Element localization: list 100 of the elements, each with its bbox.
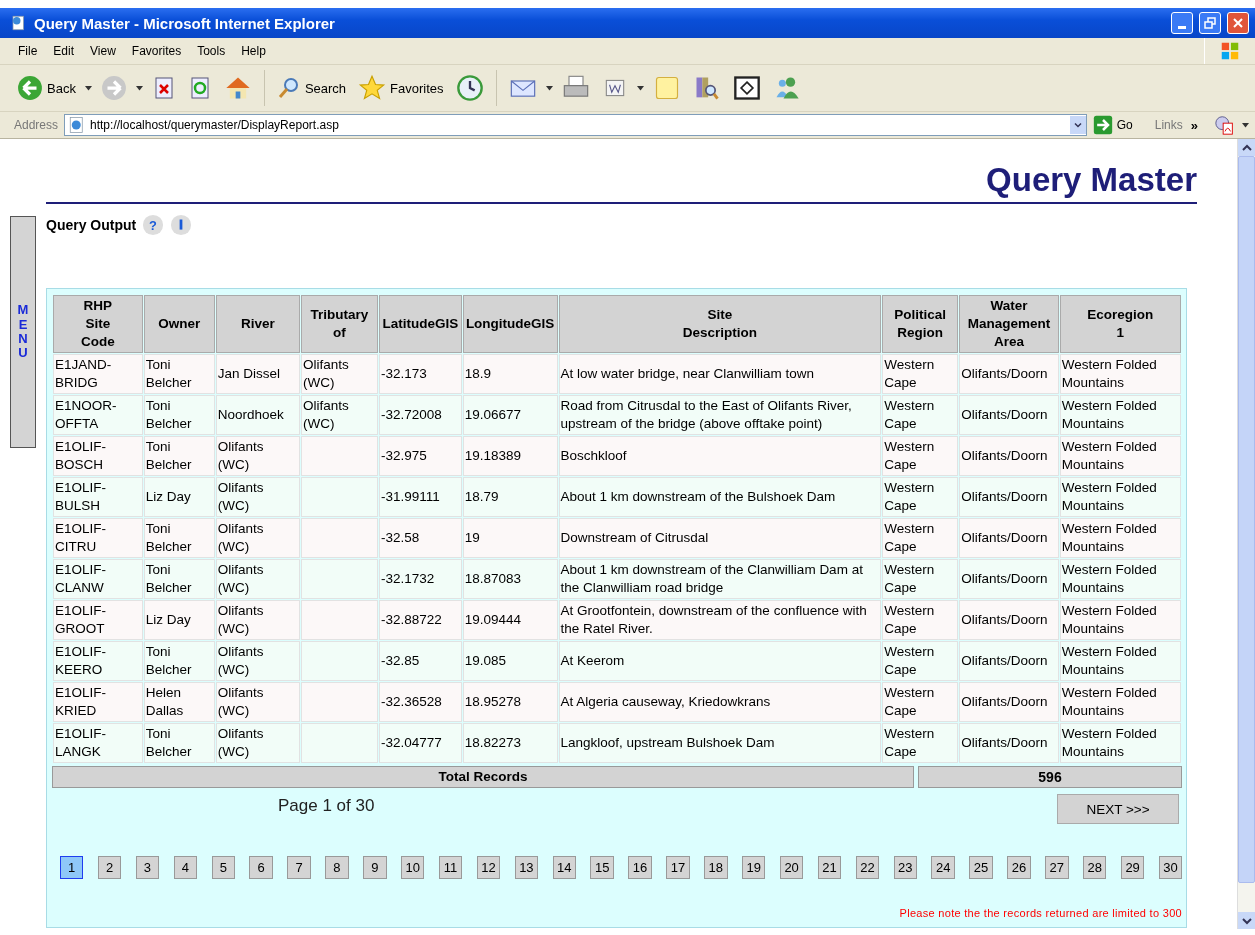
table-cell: Western Folded Mountains xyxy=(1059,723,1181,763)
page-button[interactable]: 3 xyxy=(135,856,160,879)
page-button[interactable]: 16 xyxy=(628,856,652,879)
minimize-button[interactable] xyxy=(1171,12,1193,34)
page-button[interactable]: 7 xyxy=(287,856,311,879)
table-cell: Western Folded Mountains xyxy=(1059,477,1181,517)
star-icon xyxy=(358,74,387,102)
favorites-button[interactable]: Favorites xyxy=(355,72,447,104)
page-button[interactable]: 21 xyxy=(817,856,842,879)
page-button[interactable]: 26 xyxy=(1007,856,1031,879)
page-button[interactable]: 6 xyxy=(249,856,273,879)
chevron-button[interactable]: » xyxy=(1190,117,1208,133)
scroll-up-button[interactable] xyxy=(1238,139,1255,156)
table-cell: 18.82273 xyxy=(462,723,558,763)
page-button[interactable]: 12 xyxy=(476,856,501,879)
page-button[interactable]: 4 xyxy=(173,856,198,879)
page-button[interactable]: 13 xyxy=(514,856,539,879)
page-button[interactable]: 10 xyxy=(401,856,425,879)
table-cell: At Grootfontein, downstream of the confluence with the Ratel River. xyxy=(558,600,882,640)
menu-item[interactable]: File xyxy=(10,42,46,60)
total-value: 596 xyxy=(918,766,1182,788)
chevron-up-icon xyxy=(1241,142,1252,153)
page-button[interactable]: 15 xyxy=(590,856,614,879)
page-button[interactable]: 17 xyxy=(666,856,690,879)
table-cell: Boschkloof xyxy=(558,436,882,476)
menu-item[interactable]: Help xyxy=(233,42,274,60)
column-header: Water Management Area xyxy=(959,295,1059,353)
close-button[interactable] xyxy=(1227,12,1249,34)
table-cell: Western Folded Mountains xyxy=(1059,641,1181,681)
table-cell: Toni Belcher xyxy=(143,518,215,558)
page-button[interactable]: 5 xyxy=(211,856,235,879)
table-cell: -32.975 xyxy=(379,436,462,476)
page-button[interactable]: 28 xyxy=(1083,856,1107,879)
table-cell: 18.9 xyxy=(462,354,558,394)
table-cell: Liz Day xyxy=(143,477,215,517)
scrollbar-thumb[interactable] xyxy=(1238,156,1255,883)
table-cell: -32.1732 xyxy=(379,559,462,599)
page-button[interactable]: 14 xyxy=(552,856,576,879)
menu-item[interactable]: View xyxy=(82,42,124,60)
caret-icon[interactable] xyxy=(135,85,143,91)
table-cell: Western Folded Mountains xyxy=(1059,559,1181,599)
page-button[interactable]: 27 xyxy=(1045,856,1069,879)
help-icon: ? xyxy=(142,214,165,236)
caret-icon[interactable] xyxy=(84,85,92,91)
restore-button[interactable] xyxy=(1199,12,1221,34)
page-button[interactable]: 19 xyxy=(742,856,766,879)
caret-icon[interactable] xyxy=(636,85,644,91)
page-button[interactable]: 22 xyxy=(855,856,880,879)
column-header: Owner xyxy=(143,295,215,353)
links-label[interactable]: Links xyxy=(1152,118,1185,132)
search-button[interactable]: Search xyxy=(273,74,350,102)
table-cell: Olifants (WC) xyxy=(215,559,300,599)
close-icon xyxy=(1232,17,1244,29)
window-title: Query Master - Microsoft Internet Explorer xyxy=(34,14,336,32)
caret-icon[interactable] xyxy=(545,85,553,91)
menu-item[interactable]: Favorites xyxy=(123,42,190,60)
menu-tab[interactable]: MENU xyxy=(10,216,36,448)
table-cell: Western Cape xyxy=(882,723,959,763)
page-button[interactable]: 25 xyxy=(969,856,993,879)
table-cell: Western Folded Mountains xyxy=(1059,518,1181,558)
page-button[interactable]: 23 xyxy=(893,856,917,879)
table-cell: Western Cape xyxy=(882,354,959,394)
table-cell: Olifants (WC) xyxy=(215,600,300,640)
page-button[interactable]: 8 xyxy=(325,856,349,879)
table-cell: Olifants/Doorn xyxy=(959,477,1059,517)
back-button[interactable]: Back xyxy=(14,73,79,103)
scroll-down-button[interactable] xyxy=(1238,912,1255,929)
page-button[interactable]: 30 xyxy=(1158,856,1183,879)
page-button[interactable]: 11 xyxy=(438,856,463,879)
column-header: LongitudeGIS xyxy=(462,295,558,353)
page-button[interactable]: 24 xyxy=(931,856,955,879)
column-header: Ecoregion 1 xyxy=(1059,295,1181,353)
menu-item[interactable]: Tools xyxy=(189,42,234,60)
page-button[interactable]: 29 xyxy=(1120,856,1145,879)
column-header: Political Region xyxy=(882,295,959,353)
table-cell: Western Cape xyxy=(882,559,959,599)
table-cell: 18.87083 xyxy=(462,559,558,599)
next-button[interactable]: NEXT >>> xyxy=(1057,794,1179,824)
table-cell: 18.95278 xyxy=(462,682,558,722)
table-cell: Olifants/Doorn xyxy=(959,600,1059,640)
table-cell: Western Folded Mountains xyxy=(1059,600,1181,640)
page-button[interactable]: 20 xyxy=(779,856,804,879)
section-title: Query Output xyxy=(46,217,137,233)
table-cell: Downstream of Citrusdal xyxy=(558,518,882,558)
table-cell: Olifants/Doorn xyxy=(959,436,1059,476)
page-button[interactable]: 9 xyxy=(363,856,387,879)
address-field[interactable]: http://localhost/querymaster/DisplayReport.asp xyxy=(64,114,1087,136)
table-cell: 19.085 xyxy=(462,641,558,681)
page-button[interactable]: 2 xyxy=(97,856,122,879)
table-cell: -32.04777 xyxy=(379,723,462,763)
go-button[interactable]: Go xyxy=(1092,115,1147,135)
page-button[interactable]: 1 xyxy=(60,856,84,879)
table-cell: E1JAND-BRIDG xyxy=(53,354,143,394)
table-cell: -32.72008 xyxy=(379,395,462,435)
menu-item[interactable]: Edit xyxy=(45,42,83,60)
page-button[interactable]: 18 xyxy=(704,856,728,879)
table-cell: Western Folded Mountains xyxy=(1059,395,1181,435)
caret-icon[interactable] xyxy=(1242,122,1249,128)
table-cell: Olifants (WC) xyxy=(300,395,378,435)
column-header: LatitudeGIS xyxy=(379,295,462,353)
